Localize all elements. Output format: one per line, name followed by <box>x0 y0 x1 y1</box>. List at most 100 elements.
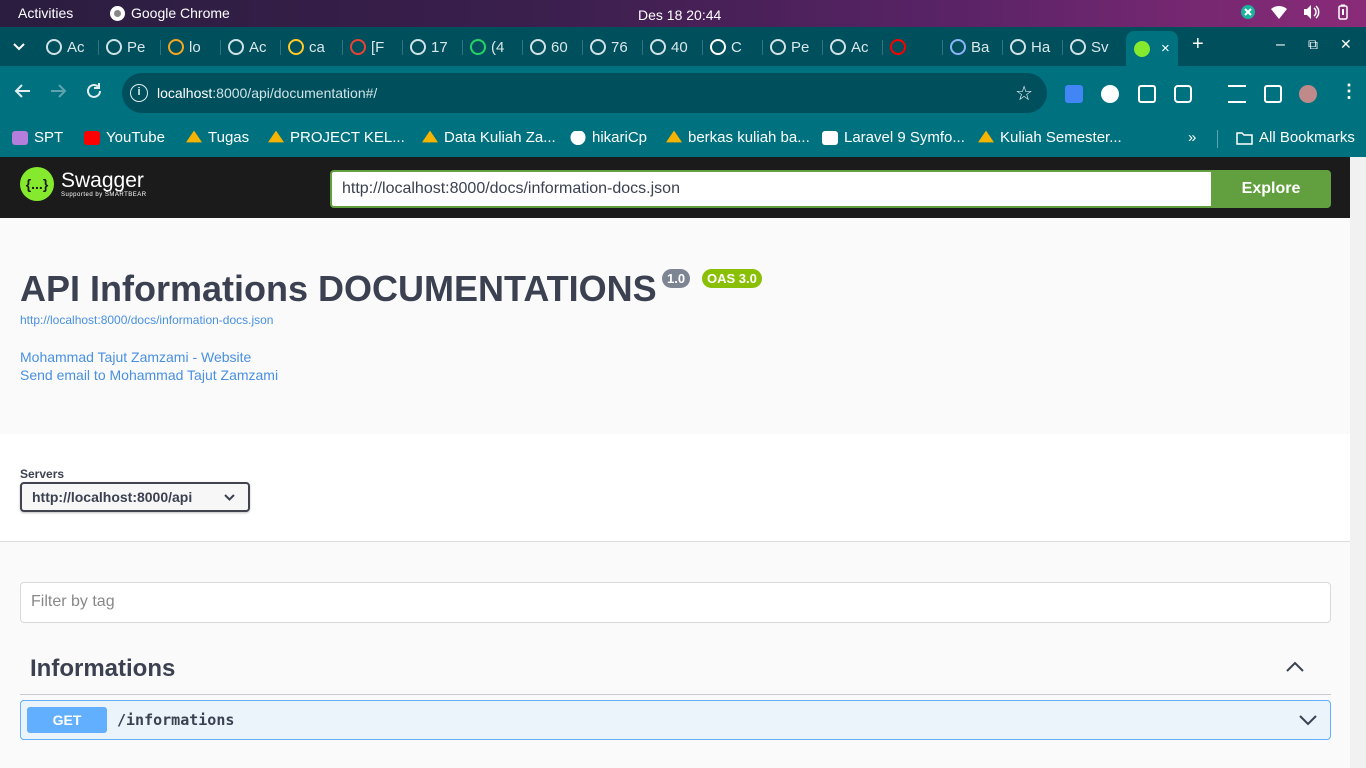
extension-icon[interactable] <box>1101 85 1119 103</box>
chevron-up-icon[interactable] <box>1284 656 1306 678</box>
send-icon <box>822 130 838 145</box>
address-bar[interactable]: i localhost:8000/api/documentation#/ ☆ <box>122 73 1047 113</box>
tab-separator <box>98 40 99 55</box>
spt-icon <box>12 130 28 145</box>
tab-2[interactable]: lo <box>168 33 220 61</box>
bookmark-item[interactable]: Tugas <box>186 129 249 146</box>
tab-14[interactable] <box>890 33 942 61</box>
http-method-badge: GET <box>27 707 107 733</box>
page-scrollbar[interactable] <box>1350 157 1366 768</box>
tab-9[interactable]: 76 <box>590 33 642 61</box>
new-tab-button[interactable]: + <box>1192 33 1204 56</box>
tab-4[interactable]: ca <box>288 33 340 61</box>
system-tray[interactable] <box>1240 4 1352 20</box>
contact-website-link[interactable]: Mohammad Tajut Zamzami - Website <box>20 349 251 365</box>
bookmark-item[interactable]: YouTube <box>84 129 165 146</box>
translate-extension-icon[interactable] <box>1065 85 1083 103</box>
youtube-icon <box>84 130 100 145</box>
bookmark-item[interactable]: PROJECT KEL... <box>268 129 405 146</box>
url-text[interactable]: localhost:8000/api/documentation#/ <box>157 85 377 101</box>
tab-label: Ba <box>971 38 990 56</box>
spec-url-input[interactable]: http://localhost:8000/docs/information-d… <box>330 170 1211 208</box>
tab-11[interactable]: C <box>710 33 762 61</box>
servers-select[interactable]: http://localhost:8000/api <box>20 482 250 512</box>
tab-8[interactable]: 60 <box>530 33 582 61</box>
tab-separator <box>942 40 943 55</box>
tab-separator <box>1062 40 1063 55</box>
tab-separator <box>462 40 463 55</box>
tab-1[interactable]: Pe <box>106 33 158 61</box>
servers-label: Servers <box>20 467 65 481</box>
maximize-button[interactable]: ⧉ <box>1308 36 1318 53</box>
tab-label: Pe <box>127 38 146 56</box>
all-bookmarks-button[interactable]: All Bookmarks <box>1236 129 1355 146</box>
api-info-section: API Informations DOCUMENTATIONS 1.0 OAS … <box>0 218 1350 434</box>
tab-0[interactable]: Ac <box>46 33 98 61</box>
bookmark-item[interactable]: SPT <box>12 129 63 146</box>
bookmark-label: Kuliah Semester... <box>1000 129 1122 146</box>
chrome-menu-icon[interactable]: ⋮ <box>1340 81 1358 102</box>
forward-arrow-icon[interactable] <box>49 82 67 100</box>
profile-avatar[interactable] <box>1299 85 1317 103</box>
whatsapp-icon <box>470 39 486 55</box>
chevron-down-icon[interactable] <box>1298 710 1318 730</box>
reload-icon[interactable] <box>85 82 103 100</box>
minimize-button[interactable]: – <box>1276 36 1285 54</box>
drive-icon <box>978 130 994 143</box>
tab-label: C <box>731 38 742 56</box>
tab-12[interactable]: Pe <box>770 33 822 61</box>
volume-icon <box>1304 5 1320 19</box>
firebase-icon <box>288 39 304 55</box>
tab-7[interactable]: (4 <box>470 33 522 61</box>
navigation-toolbar: i localhost:8000/api/documentation#/ ☆ ⋮ <box>0 66 1366 120</box>
laravel-icon <box>168 39 184 55</box>
tab-13[interactable]: Ac <box>830 33 882 61</box>
tab-6[interactable]: 17 <box>410 33 462 61</box>
tab-separator <box>280 40 281 55</box>
side-panel-icon[interactable] <box>1264 85 1282 103</box>
operation-get-informations[interactable]: GET /informations <box>20 700 1331 740</box>
extensions-puzzle-icon[interactable] <box>1174 85 1192 103</box>
tab-16[interactable]: Ha <box>1010 33 1062 61</box>
tab-15[interactable]: Ba <box>950 33 1002 61</box>
tab-10[interactable]: 40 <box>650 33 702 61</box>
tab-3[interactable]: Ac <box>228 33 280 61</box>
bookmark-star-icon[interactable]: ☆ <box>1015 81 1033 106</box>
bookmark-item[interactable]: hikariCp <box>570 129 647 146</box>
oas-badge: OAS 3.0 <box>702 269 762 288</box>
close-window-button[interactable]: ✕ <box>1340 36 1352 53</box>
tab-separator <box>582 40 583 55</box>
swagger-logo-mark: {...} <box>20 167 54 201</box>
swagger-logo[interactable]: {...} Swagger Supported by SMARTBEAR <box>20 167 147 201</box>
back-arrow-icon[interactable] <box>14 82 32 100</box>
link-icon <box>228 39 244 55</box>
bookmark-item[interactable]: Laravel 9 Symfo... <box>822 129 965 146</box>
contact-email-link[interactable]: Send email to Mohammad Tajut Zamzami <box>20 367 278 383</box>
explore-button[interactable]: Explore <box>1211 170 1331 208</box>
bookmarks-overflow-button[interactable]: » <box>1188 129 1196 146</box>
site-info-icon[interactable]: i <box>130 84 148 102</box>
chevron-down-icon <box>224 494 235 501</box>
app-menu[interactable]: Google Chrome <box>110 5 230 21</box>
media-queue-icon[interactable] <box>1228 85 1246 103</box>
tab-swagger-active[interactable]: × <box>1126 31 1178 66</box>
tab-17[interactable]: Sv <box>1070 33 1122 61</box>
document-extension-icon[interactable] <box>1138 85 1156 103</box>
activities-button[interactable]: Activities <box>18 5 73 21</box>
swagger-logo-text: Swagger <box>61 169 144 192</box>
tag-divider <box>20 694 1331 695</box>
tag-section-title[interactable]: Informations <box>30 655 175 683</box>
bookmark-item[interactable]: Kuliah Semester... <box>978 129 1122 146</box>
bookmark-item[interactable]: berkas kuliah ba... <box>666 129 810 146</box>
bookmark-item[interactable]: Data Kuliah Za... <box>422 129 556 146</box>
tab-close-icon[interactable]: × <box>1161 40 1170 57</box>
all-bookmarks-label: All Bookmarks <box>1259 129 1355 146</box>
bookmark-label: berkas kuliah ba... <box>688 129 810 146</box>
clock[interactable]: Des 18 20:44 <box>638 7 721 23</box>
filter-by-tag-input[interactable]: Filter by tag <box>20 582 1331 623</box>
operation-path: /informations <box>117 711 235 729</box>
tab-5[interactable]: [F <box>350 33 402 61</box>
tab-search-icon[interactable] <box>12 40 26 54</box>
link-icon <box>1010 39 1026 55</box>
spec-link[interactable]: http://localhost:8000/docs/information-d… <box>20 313 273 327</box>
